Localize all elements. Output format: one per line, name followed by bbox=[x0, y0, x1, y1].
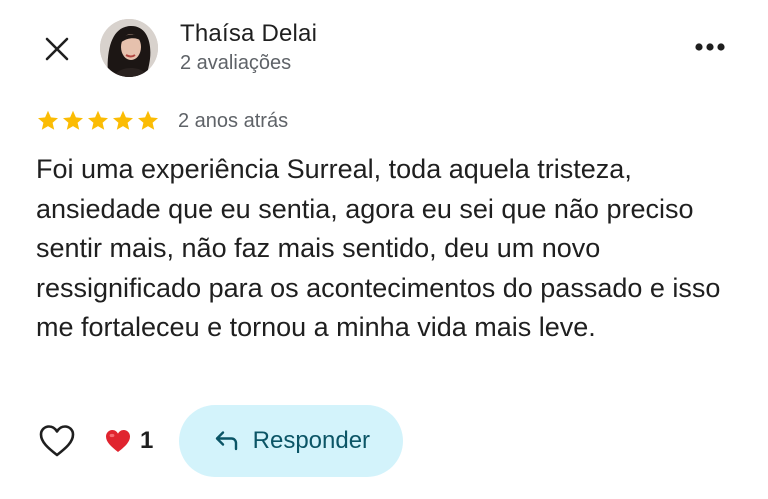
star-icon bbox=[136, 109, 160, 133]
avatar-photo bbox=[100, 19, 158, 77]
author-reviews-count: 2 avaliações bbox=[180, 52, 292, 74]
review-detail-page: Thaísa Delai 2 avaliações 2 anos atrás F… bbox=[0, 0, 768, 499]
reply-arrow-icon bbox=[215, 431, 237, 451]
reply-label: Responder bbox=[252, 427, 371, 454]
review-date: 2 anos atrás bbox=[178, 109, 289, 132]
like-button[interactable] bbox=[36, 420, 78, 462]
review-actions: 1 Responder bbox=[36, 404, 404, 478]
review-text: Foi uma experiência Surreal, toda aquela… bbox=[36, 154, 721, 342]
red-heart-icon bbox=[106, 430, 130, 452]
close-icon bbox=[45, 37, 69, 61]
more-horizontal-icon bbox=[695, 43, 725, 51]
reaction-summary[interactable]: 1 bbox=[104, 427, 153, 455]
heart-outline-icon bbox=[39, 425, 75, 457]
reply-button[interactable]: Responder bbox=[179, 405, 404, 477]
rating-row: 2 anos atrás bbox=[36, 107, 288, 135]
star-icon bbox=[36, 109, 60, 133]
star-rating bbox=[36, 109, 160, 133]
star-icon bbox=[86, 109, 110, 133]
close-button[interactable] bbox=[38, 30, 76, 68]
avatar[interactable] bbox=[100, 19, 158, 77]
star-icon bbox=[61, 109, 85, 133]
reaction-count: 1 bbox=[140, 427, 154, 454]
author-name[interactable]: Thaísa Delai bbox=[180, 20, 317, 48]
star-icon bbox=[111, 109, 135, 133]
more-options-button[interactable] bbox=[690, 32, 730, 62]
